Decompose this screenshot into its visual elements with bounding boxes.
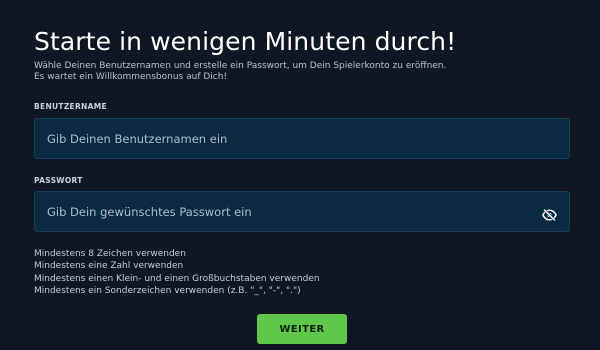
password-rule: Mindestens eine Zahl verwenden bbox=[34, 261, 184, 272]
signup-page: Starte in wenigen Minuten durch! Wähle D… bbox=[0, 0, 600, 350]
page-subtitle: Wähle Deinen Benutzernamen und erstelle … bbox=[34, 61, 574, 83]
eye-slash-icon[interactable] bbox=[542, 206, 557, 222]
subtitle-line: Wähle Deinen Benutzernamen und erstelle … bbox=[34, 61, 447, 71]
password-label: PASSWORT bbox=[34, 176, 83, 185]
password-rule: Mindestens einen Klein- und einen Großbu… bbox=[34, 273, 320, 284]
password-rule: Mindestens 8 Zeichen verwenden bbox=[34, 249, 186, 259]
password-rules-list: Mindestens 8 Zeichen verwenden Mindesten… bbox=[34, 248, 320, 297]
continue-button[interactable]: WEITER bbox=[257, 314, 347, 344]
password-input[interactable] bbox=[35, 192, 569, 231]
password-field-container bbox=[34, 191, 570, 232]
page-title: Starte in wenigen Minuten durch! bbox=[34, 27, 457, 56]
username-input[interactable] bbox=[35, 119, 569, 158]
username-label: BENUTZERNAME bbox=[34, 102, 107, 111]
subtitle-line: Es wartet ein Willkommensbonus auf Dich! bbox=[34, 72, 228, 82]
password-rule: Mindestens ein Sonderzeichen verwenden (… bbox=[34, 285, 301, 296]
username-field-container bbox=[34, 118, 570, 159]
